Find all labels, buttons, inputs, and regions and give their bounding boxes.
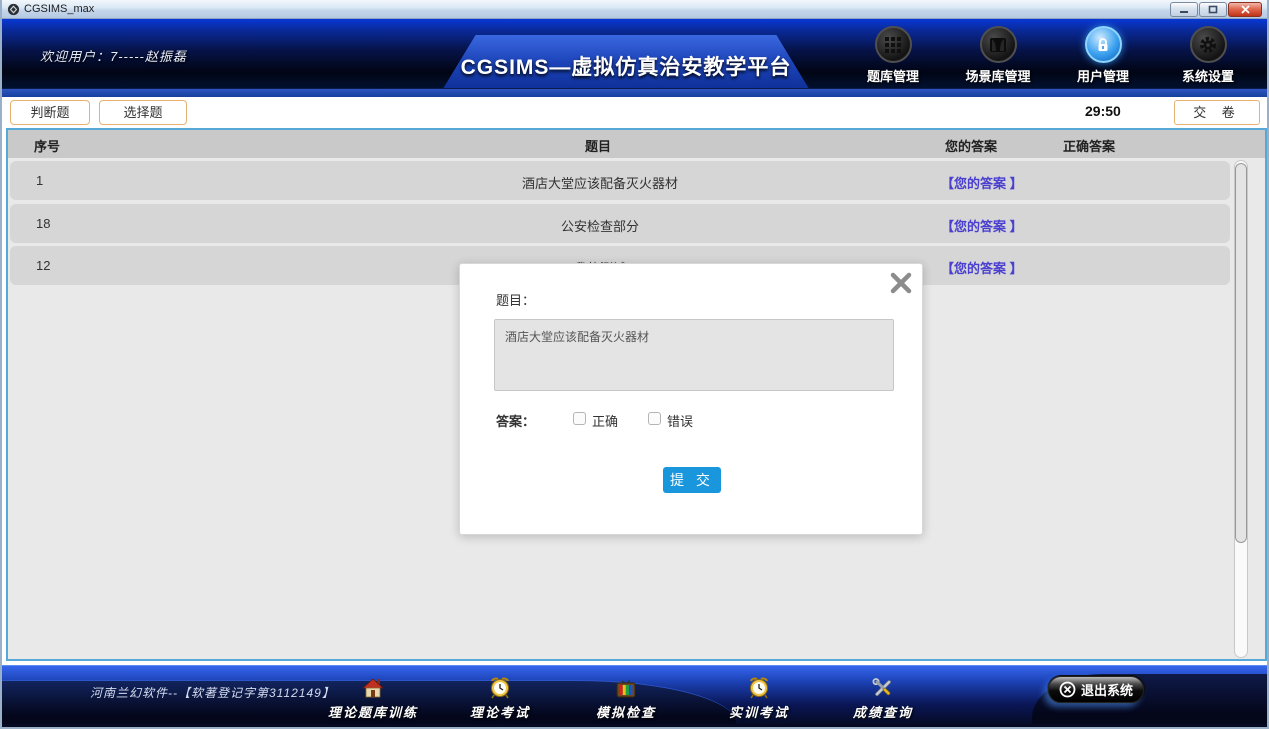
footer-item-practical-exam[interactable]: 实训考试 [699,674,819,721]
gear-icon [1190,26,1227,63]
tools-icon [823,674,943,699]
nav-item-question-bank[interactable]: 题库管理 [841,24,945,85]
your-answer-link[interactable]: 【您的答案 】 [941,216,1023,235]
minimize-button[interactable] [1170,2,1198,17]
submit-answer-button[interactable]: 提 交 [663,467,721,493]
table-row: 1 酒店大堂应该配备灭火器材 【您的答案 】 [10,161,1230,200]
table-scrollbar[interactable] [1234,160,1248,658]
your-answer-link[interactable]: 【您的答案 】 [941,173,1023,192]
exit-system-button[interactable]: 退出系统 [1048,676,1144,703]
copyright-text: 河南兰幻软件--【软著登记字第3112149】 [90,684,335,701]
nav-item-user-management[interactable]: 用户管理 [1051,24,1155,85]
maximize-button[interactable] [1199,2,1227,17]
close-icon[interactable] [888,270,914,296]
answer-label: 答案： [496,411,535,430]
choice-question-tab[interactable]: 选择题 [99,100,187,125]
question-label: 题目： [496,290,535,309]
answer-question-dialog: 题目： 酒店大堂应该配备灭火器材 答案： 正确 错误 提 交 [459,263,923,535]
exit-x-circle-icon [1059,681,1076,698]
question-textarea[interactable]: 酒店大堂应该配备灭火器材 [494,319,894,391]
exam-toolbar: 判断题 选择题 29:50 交 卷 [2,97,1267,128]
curtain-icon [980,26,1017,63]
scrollbar-thumb[interactable] [1235,163,1247,543]
table-header-row: 序号 题目 您的答案 正确答案 [8,130,1265,158]
welcome-user-text: 欢迎用户：7-----赵振磊 [40,46,187,65]
header-bottom-strip [2,88,1267,97]
column-header-correct-answer: 正确答案 [1063,136,1115,155]
header: 欢迎用户：7-----赵振磊 CGSIMS—虚拟仿真治安教学平台 题库管理 [2,19,1267,97]
footer-item-score-query[interactable]: 成绩查询 [823,674,943,721]
submit-paper-button[interactable]: 交 卷 [1174,100,1260,125]
lock-icon [1085,26,1122,63]
column-header-your-answer: 您的答案 [945,136,997,155]
footer-item-theory-bank-training[interactable]: 理论题库训练 [313,674,433,721]
house-icon [313,674,433,699]
your-answer-link[interactable]: 【您的答案 】 [941,258,1023,277]
nav-item-system-settings[interactable]: 系统设置 [1156,24,1260,85]
unity-app-icon [7,3,20,16]
app-window: CGSIMS_max 欢迎用户：7-----赵振磊 CGSIMS—虚拟仿真治安教… [0,0,1269,729]
top-nav: 题库管理 场景库管理 [841,24,1261,94]
alarm-clock-icon [440,674,560,699]
exam-timer: 29:50 [1085,103,1121,119]
footer-bar: 河南兰幻软件--【软著登记字第3112149】 理论题库训练 [2,665,1267,727]
column-header-title: 题目 [8,136,1188,155]
close-button[interactable] [1228,2,1262,17]
wrong-checkbox-label: 错误 [667,411,693,430]
tv-icon [566,674,686,699]
judge-question-tab[interactable]: 判断题 [10,100,90,125]
correct-checkbox-label: 正确 [592,411,618,430]
table-row: 18 公安检查部分 【您的答案 】 [10,204,1230,243]
grid-icon [875,26,912,63]
wrong-checkbox[interactable] [648,412,661,425]
alarm-clock-icon [699,674,819,699]
correct-checkbox[interactable] [573,412,586,425]
nav-item-scene-library[interactable]: 场景库管理 [946,24,1050,85]
window-title: CGSIMS_max [24,3,94,15]
footer-item-simulated-inspection[interactable]: 模拟检查 [566,674,686,721]
platform-title: CGSIMS—虚拟仿真治安教学平台 [461,51,792,81]
footer-item-theory-exam[interactable]: 理论考试 [440,674,560,721]
titlebar: CGSIMS_max [2,0,1267,19]
